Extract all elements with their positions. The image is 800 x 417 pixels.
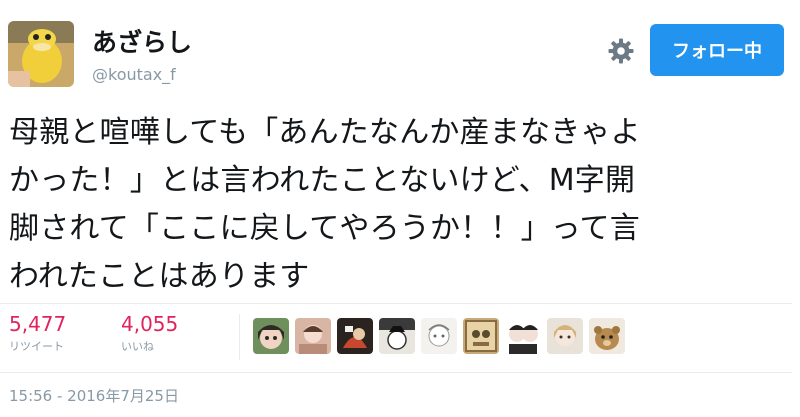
liker-avatar[interactable] [421,318,457,354]
liker-avatar[interactable] [337,318,373,354]
retweet-label: リツイート [9,340,64,353]
liker-avatar[interactable] [253,318,289,354]
divider [239,314,240,360]
like-label: いいね [121,340,154,353]
avatar-image [8,21,74,87]
liker-avatar[interactable] [589,318,625,354]
divider [0,372,792,373]
retweet-stat[interactable]: 5,477 リツイート [9,312,66,355]
liker-avatars [253,318,625,354]
liker-avatar[interactable] [295,318,331,354]
liker-avatar[interactable] [463,318,499,354]
following-button[interactable]: フォロー中 [650,24,784,76]
liker-avatar[interactable] [505,318,541,354]
liker-avatar[interactable] [379,318,415,354]
tweet-timestamp[interactable]: 15:56 - 2016年7月25日 [9,386,179,406]
retweet-count: 5,477 [9,312,67,336]
like-count: 4,055 [121,312,179,336]
tweet-text: 母親と喧嘩しても「あんたなんか産まなきゃよ かった！」とは言われたことないけど、… [9,115,641,294]
display-name[interactable]: あざらし [92,28,192,58]
liker-avatar[interactable] [547,318,583,354]
user-handle[interactable]: @koutax_f [92,65,176,85]
like-stat[interactable]: 4,055 いいね [121,312,178,355]
gear-icon[interactable] [608,38,634,64]
divider [0,303,792,304]
avatar[interactable] [8,21,74,87]
